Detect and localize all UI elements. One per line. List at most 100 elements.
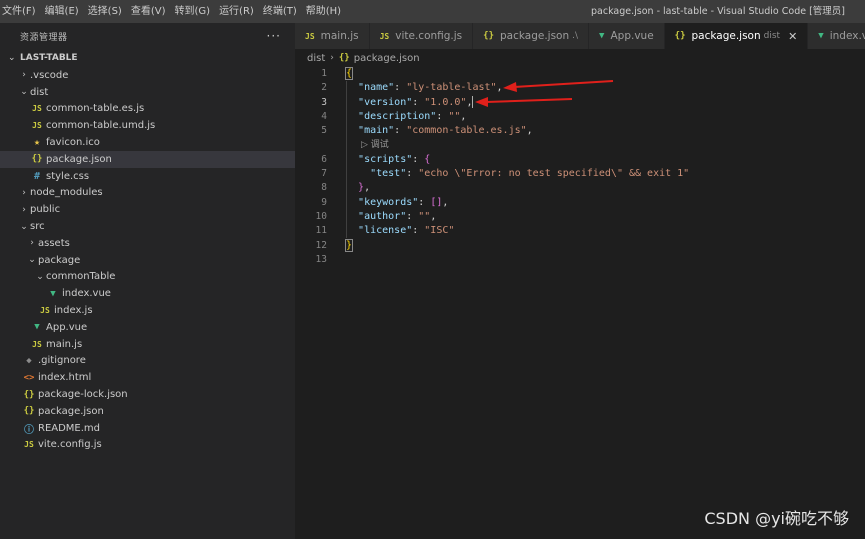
tree-file[interactable]: JS main.js	[0, 336, 295, 353]
code-line-3: 3 "version": "1.0.0",	[295, 95, 865, 110]
menu-run[interactable]: 运行(R)	[214, 0, 258, 23]
tree-folder[interactable]: › node_modules	[0, 185, 295, 202]
text-cursor	[472, 95, 474, 108]
tree-folder[interactable]: ⌄ dist	[0, 84, 295, 101]
code-line-1: 1{	[295, 67, 865, 81]
menu-edit[interactable]: 编辑(E)	[40, 0, 83, 23]
code-line-9: 9 "keywords": [],	[295, 196, 865, 210]
tree-folder[interactable]: ⌄ src	[0, 218, 295, 235]
line-number: 7	[321, 168, 327, 180]
close-icon[interactable]: ✕	[788, 30, 797, 43]
editor-tab[interactable]: ▼ index.vs	[808, 23, 865, 49]
tree-item-label: index.html	[38, 372, 92, 384]
tree-item-label: App.vue	[46, 321, 88, 333]
json-file-icon: {}	[23, 406, 35, 417]
tree-item-label: package	[38, 254, 81, 266]
codelens-row: ▷ 调试	[295, 138, 865, 152]
css-file-icon: #	[33, 170, 41, 182]
line-number: 5	[321, 125, 327, 137]
code-line-6: 6 "scripts": {	[295, 153, 865, 167]
tree-file[interactable]: {} package.json	[0, 403, 295, 420]
tree-item-label: style.css	[46, 170, 90, 182]
tree-item-label: favicon.ico	[46, 137, 100, 149]
tree-item-label: node_modules	[30, 187, 103, 199]
tab-label: package.json	[500, 30, 570, 42]
chevron-right-icon: ›	[30, 238, 34, 249]
editor-tab[interactable]: {} package.json dist ✕	[664, 23, 809, 49]
code-line-13: 13	[295, 253, 865, 267]
csdn-watermark: CSDN @yi碗吃不够	[704, 509, 849, 528]
tree-file[interactable]: JS common-table.es.js	[0, 101, 295, 118]
code-line-11: 11 "license": "ISC"	[295, 224, 865, 238]
tree-file[interactable]: JS index.js	[0, 302, 295, 319]
menu-terminal[interactable]: 终端(T)	[258, 0, 301, 23]
tab-path-hint: dist	[763, 31, 781, 41]
chevron-down-icon: ⌄	[8, 53, 16, 63]
tab-label: App.vue	[610, 30, 654, 42]
tree-item-label: main.js	[46, 338, 83, 350]
tree-file[interactable]: {} package-lock.json	[0, 386, 295, 403]
tree-item-label: vite.config.js	[38, 439, 102, 451]
more-actions-icon[interactable]: ···	[267, 29, 281, 43]
tree-file[interactable]: ▼ index.vue	[0, 285, 295, 302]
breadcrumb: dist › {} package.json	[295, 49, 865, 67]
code-line-7: 7 "test": "echo \"Error: no test specifi…	[295, 167, 865, 181]
editor-tab[interactable]: JS vite.config.js	[369, 23, 474, 49]
chevron-right-icon: ›	[22, 70, 26, 81]
tree-folder[interactable]: › .vscode	[0, 67, 295, 84]
tree-item-label: package.json	[46, 153, 112, 165]
menu-go[interactable]: 转到(G)	[170, 0, 215, 23]
breadcrumb-chevron-icon: ›	[330, 53, 334, 63]
tab-path-hint: .\	[572, 31, 579, 41]
vue-file-icon: ▼	[34, 322, 40, 333]
breadcrumb-folder[interactable]: dist	[307, 53, 325, 64]
menu-view[interactable]: 查看(V)	[126, 0, 170, 23]
explorer-title: 资源管理器	[20, 32, 68, 43]
workspace-folder-header[interactable]: ⌄ LAST-TABLE	[0, 49, 295, 67]
line-number: 2	[321, 82, 327, 94]
menu-file[interactable]: 文件(F)	[0, 0, 40, 23]
vue-file-icon: ▼	[599, 31, 605, 41]
tree-file[interactable]: <> index.html	[0, 369, 295, 386]
line-number: 12	[315, 239, 327, 251]
tree-folder[interactable]: ⌄ commonTable	[0, 269, 295, 286]
title-bar: 文件(F) 编辑(E) 选择(S) 查看(V) 转到(G) 运行(R) 终端(T…	[0, 0, 865, 23]
window-title-text: package.json - last-table - Visual Studi…	[591, 6, 846, 17]
json-file-icon: {}	[674, 31, 686, 41]
line-number: 9	[321, 196, 327, 208]
tree-file[interactable]: JS common-table.umd.js	[0, 117, 295, 134]
explorer-header: 资源管理器 ···	[0, 23, 295, 49]
menu-selection[interactable]: 选择(S)	[83, 0, 126, 23]
editor-tab[interactable]: ▼ App.vue	[589, 23, 665, 49]
workspace-folder-name: LAST-TABLE	[20, 53, 78, 63]
json-file-icon: {}	[483, 31, 494, 41]
tree-item-label: commonTable	[46, 271, 116, 283]
line-number: 10	[315, 210, 327, 222]
tree-folder[interactable]: › assets	[0, 235, 295, 252]
code-line-10: 10 "author": "",	[295, 210, 865, 224]
code-editor[interactable]: 1{ 2 "name": "ly-table-last", 3 "version…	[295, 67, 865, 267]
code-line-8: 8 },	[295, 181, 865, 195]
tree-item-label: public	[30, 204, 61, 216]
chevron-down-icon: ⌄	[20, 87, 28, 98]
tree-folder[interactable]: ⌄ package	[0, 252, 295, 269]
tree-file[interactable]: # style.css	[0, 168, 295, 185]
tree-file[interactable]: JS vite.config.js	[0, 437, 295, 454]
js-file-icon: JS	[305, 31, 315, 41]
menu-help[interactable]: 帮助(H)	[301, 0, 345, 23]
line-number: 3	[321, 96, 327, 108]
debug-codelens[interactable]: ▷ 调试	[361, 138, 389, 152]
tree-file[interactable]: ▼ App.vue	[0, 319, 295, 336]
tree-item-label: index.js	[54, 305, 93, 317]
tree-folder[interactable]: › public	[0, 201, 295, 218]
editor-tab[interactable]: {} package.json .\	[473, 23, 590, 49]
chevron-right-icon: ›	[22, 187, 26, 198]
tree-file[interactable]: ◆ .gitignore	[0, 353, 295, 370]
tree-file[interactable]: {} package.json	[0, 150, 295, 168]
tree-file[interactable]: ⓘ README.md	[0, 420, 295, 437]
tree-file[interactable]: ★ favicon.ico	[0, 134, 295, 151]
tree-item-label: common-table.es.js	[46, 103, 145, 115]
breadcrumb-file[interactable]: package.json	[354, 53, 420, 64]
editor-tab[interactable]: JS main.js	[295, 23, 370, 49]
tree-item-label: .vscode	[30, 69, 69, 81]
